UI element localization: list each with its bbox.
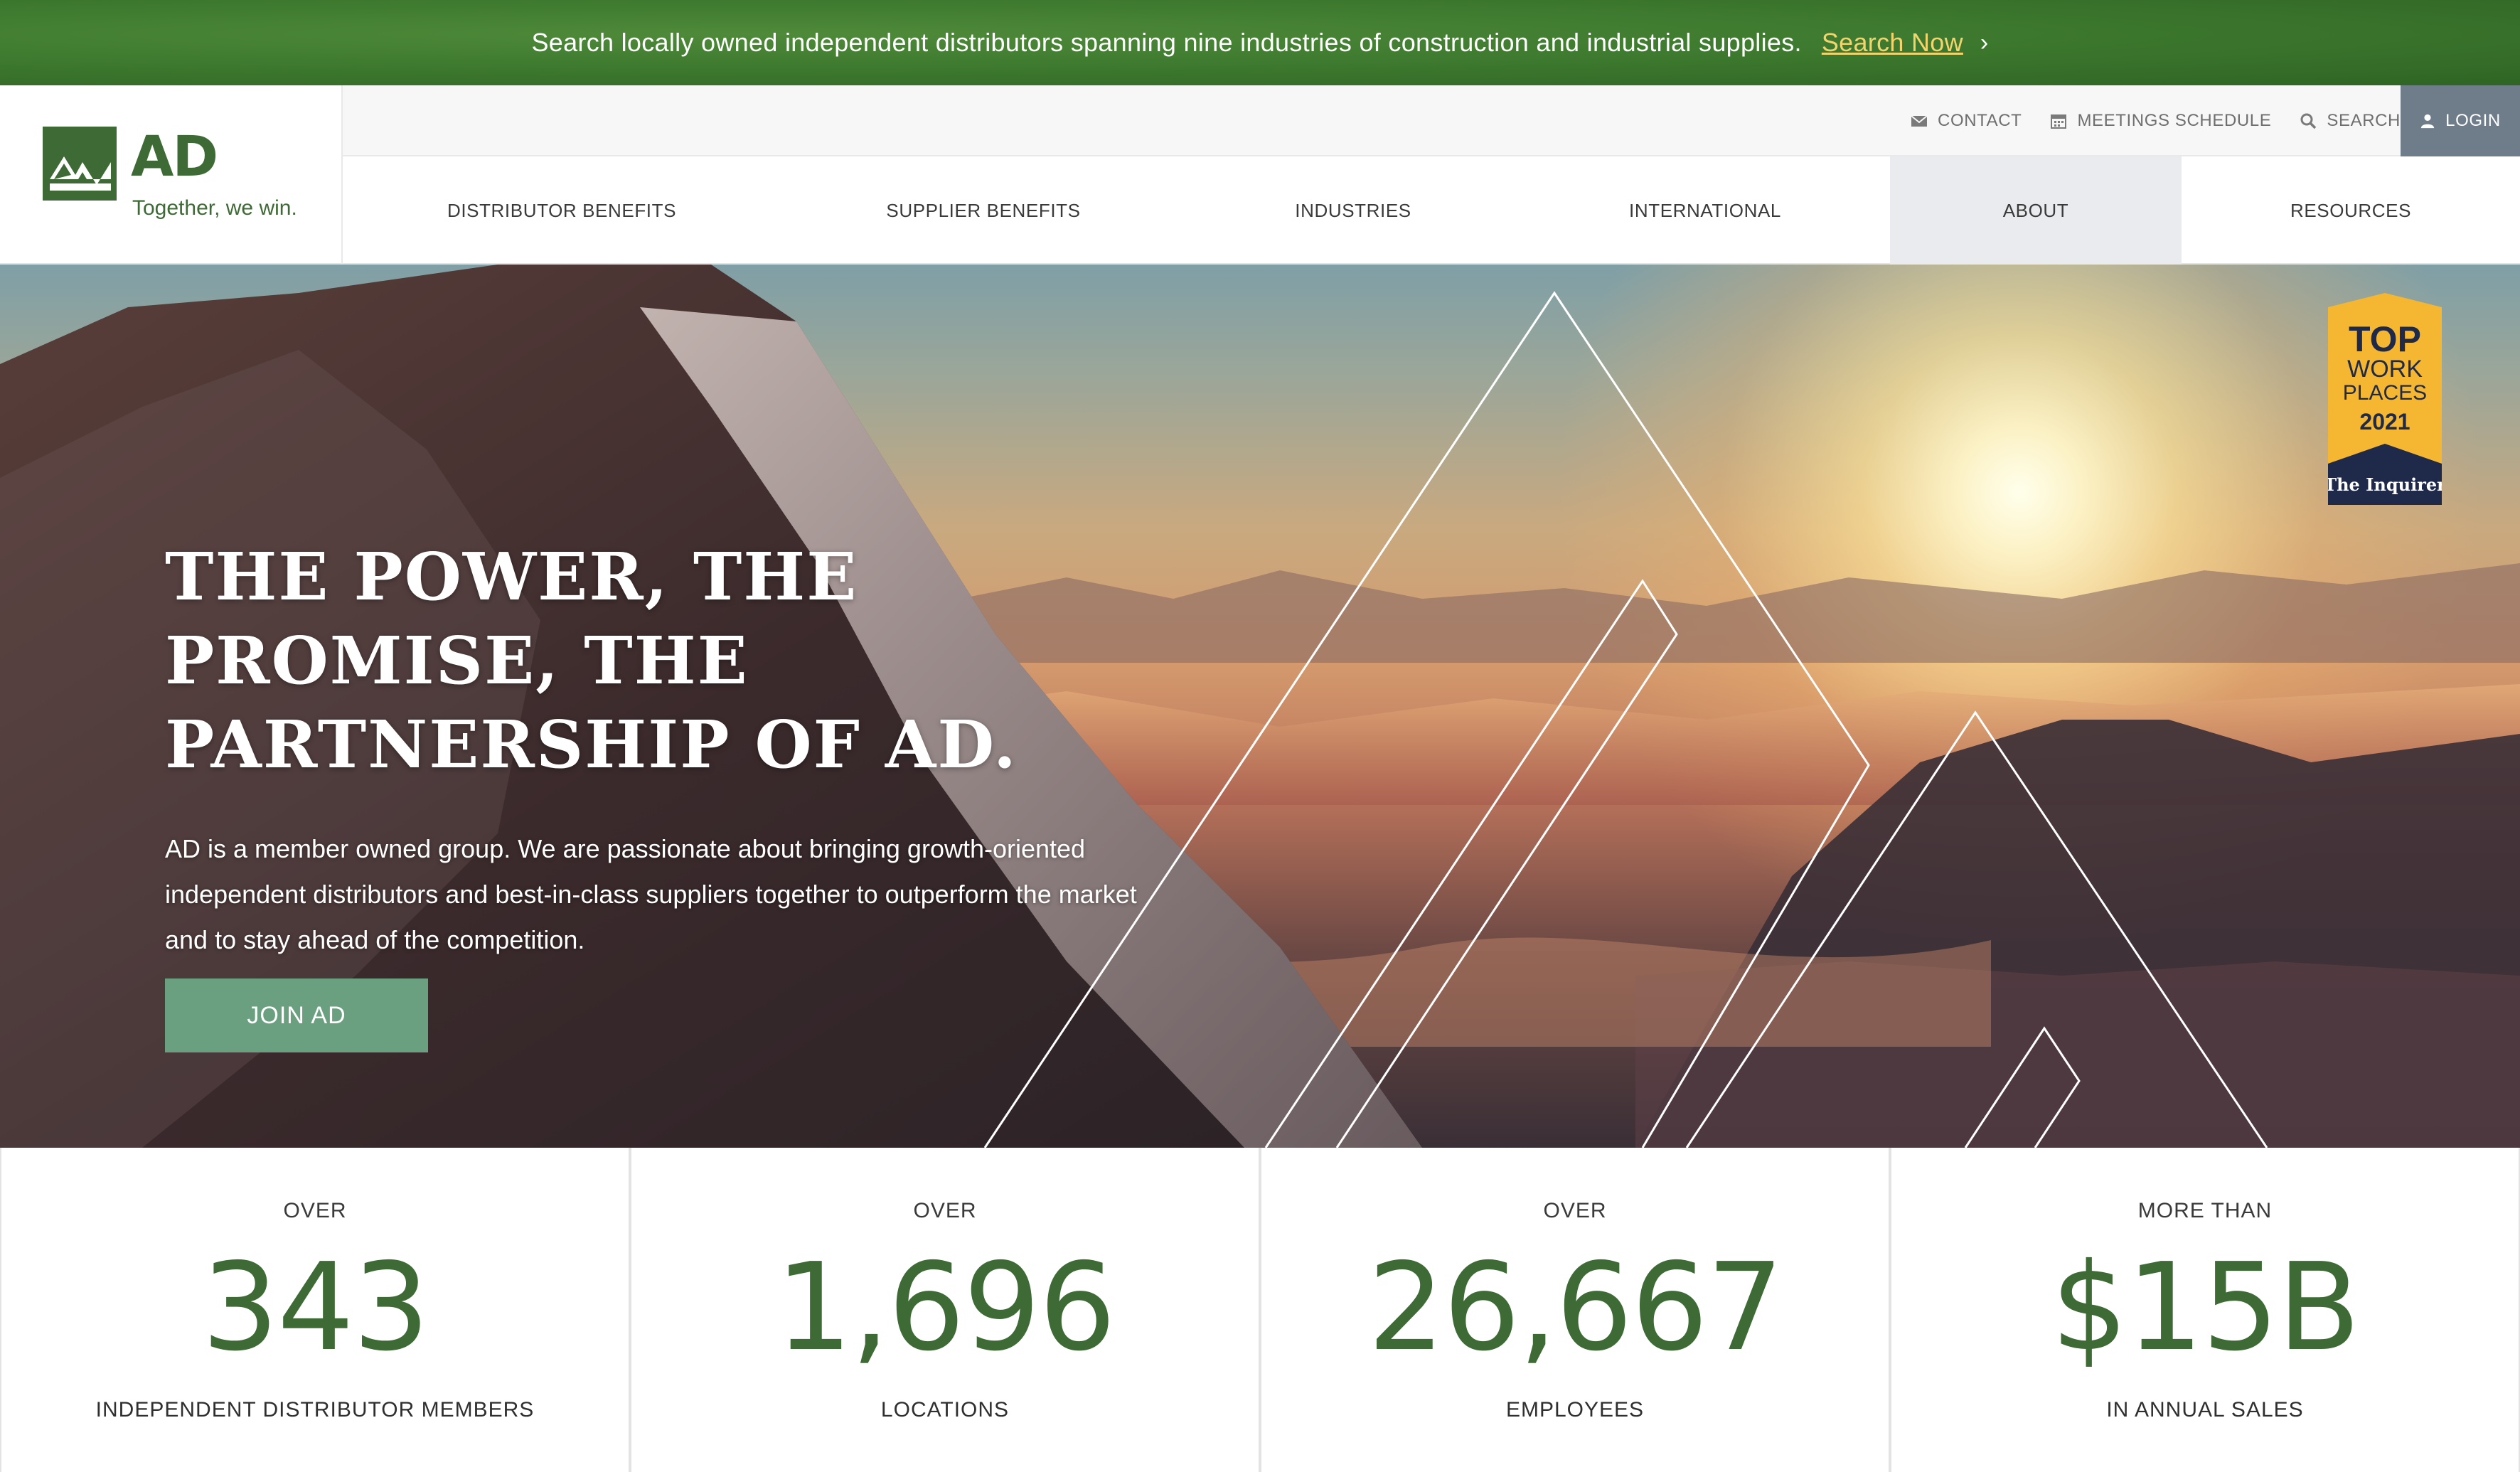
main-navigation: DISTRIBUTOR BENEFITS SUPPLIER BENEFITS I… — [343, 156, 2520, 265]
stat-prefix: OVER — [283, 1199, 347, 1222]
stats-section: OVER 343 INDEPENDENT DISTRIBUTOR MEMBERS… — [0, 1148, 2520, 1472]
contact-label: CONTACT — [1938, 111, 2022, 130]
utility-bar: CONTACT MEETINGS SCHEDULE SEARCH LOGIN — [343, 85, 2520, 156]
meetings-schedule-label: MEETINGS SCHEDULE — [2077, 111, 2272, 130]
nav-resources[interactable]: RESOURCES — [2182, 156, 2520, 265]
meetings-schedule-link[interactable]: MEETINGS SCHEDULE — [2050, 111, 2271, 131]
badge-line3: PLACES — [2343, 381, 2427, 405]
search-label: SEARCH — [2327, 111, 2401, 130]
hero-description: AD is a member owned group. We are passi… — [165, 834, 1137, 954]
hero-title-line: PARTNERSHIP OF AD. — [165, 706, 1018, 783]
chevron-right-icon[interactable]: › — [1980, 29, 1989, 57]
badge-line1: TOP — [2349, 319, 2421, 359]
stat-label: INDEPENDENT DISTRIBUTOR MEMBERS — [95, 1398, 535, 1422]
logo[interactable]: AD Together, we win. — [0, 85, 343, 265]
stat-label: IN ANNUAL SALES — [2106, 1398, 2304, 1422]
login-label: LOGIN — [2445, 111, 2501, 130]
stat-number: 26,667 — [1367, 1237, 1784, 1378]
stat-prefix: MORE THAN — [2137, 1199, 2273, 1222]
announcement-banner: Search locally owned independent distrib… — [0, 0, 2520, 85]
search-icon — [2300, 113, 2317, 129]
badge-year: 2021 — [2359, 409, 2410, 434]
hero-title-line: THE POWER, THE — [165, 538, 858, 615]
stat-number: $15B — [2051, 1237, 2360, 1378]
stat-card: OVER 1,696 LOCATIONS — [630, 1148, 1260, 1472]
stat-card: OVER 26,667 EMPLOYEES — [1260, 1148, 1890, 1472]
stat-prefix: OVER — [1543, 1199, 1607, 1222]
user-icon — [2420, 114, 2435, 129]
nav-supplier-benefits[interactable]: SUPPLIER BENEFITS — [781, 156, 1186, 265]
stat-label: EMPLOYEES — [1505, 1398, 1645, 1422]
contact-link[interactable]: CONTACT — [1911, 111, 2022, 131]
calendar-icon — [2051, 114, 2067, 129]
login-button[interactable]: LOGIN — [2401, 85, 2520, 156]
stat-prefix: OVER — [913, 1199, 977, 1222]
nav-about[interactable]: ABOUT — [1890, 156, 2182, 265]
nav-industries[interactable]: INDUSTRIES — [1186, 156, 1520, 265]
nav-distributor-benefits[interactable]: DISTRIBUTOR BENEFITS — [343, 156, 781, 265]
join-ad-button[interactable]: JOIN AD — [165, 978, 428, 1052]
logo-tagline: Together, we win. — [132, 196, 297, 220]
banner-message: Search locally owned independent distrib… — [531, 28, 1802, 57]
site-header: AD Together, we win. CONTACT MEETINGS SC… — [0, 85, 2520, 265]
hero-section: THE POWER, THE PROMISE, THE PARTNERSHIP … — [0, 265, 2520, 1148]
stat-card: MORE THAN $15B IN ANNUAL SALES — [1890, 1148, 2520, 1472]
search-link[interactable]: SEARCH — [2300, 111, 2401, 131]
badge-publisher: The Inquirer — [2328, 474, 2442, 495]
logo-wordmark: AD — [131, 125, 218, 189]
badge-line2: WORK — [2347, 356, 2423, 383]
stat-card: OVER 343 INDEPENDENT DISTRIBUTOR MEMBERS — [0, 1148, 630, 1472]
hero-title-line: PROMISE, THE — [165, 622, 749, 699]
logo-mountain-icon — [43, 127, 117, 201]
stat-number: 1,696 — [775, 1237, 1116, 1378]
hero-title: THE POWER, THE PROMISE, THE PARTNERSHIP … — [165, 535, 1018, 786]
envelope-icon — [1911, 115, 1928, 127]
stat-number: 343 — [201, 1237, 429, 1378]
nav-international[interactable]: INTERNATIONAL — [1520, 156, 1890, 265]
stat-label: LOCATIONS — [880, 1398, 1010, 1422]
top-workplaces-badge[interactable]: TOP WORK PLACES 2021 The Inquirer — [2328, 293, 2442, 505]
search-now-link[interactable]: Search Now — [1822, 28, 1963, 58]
